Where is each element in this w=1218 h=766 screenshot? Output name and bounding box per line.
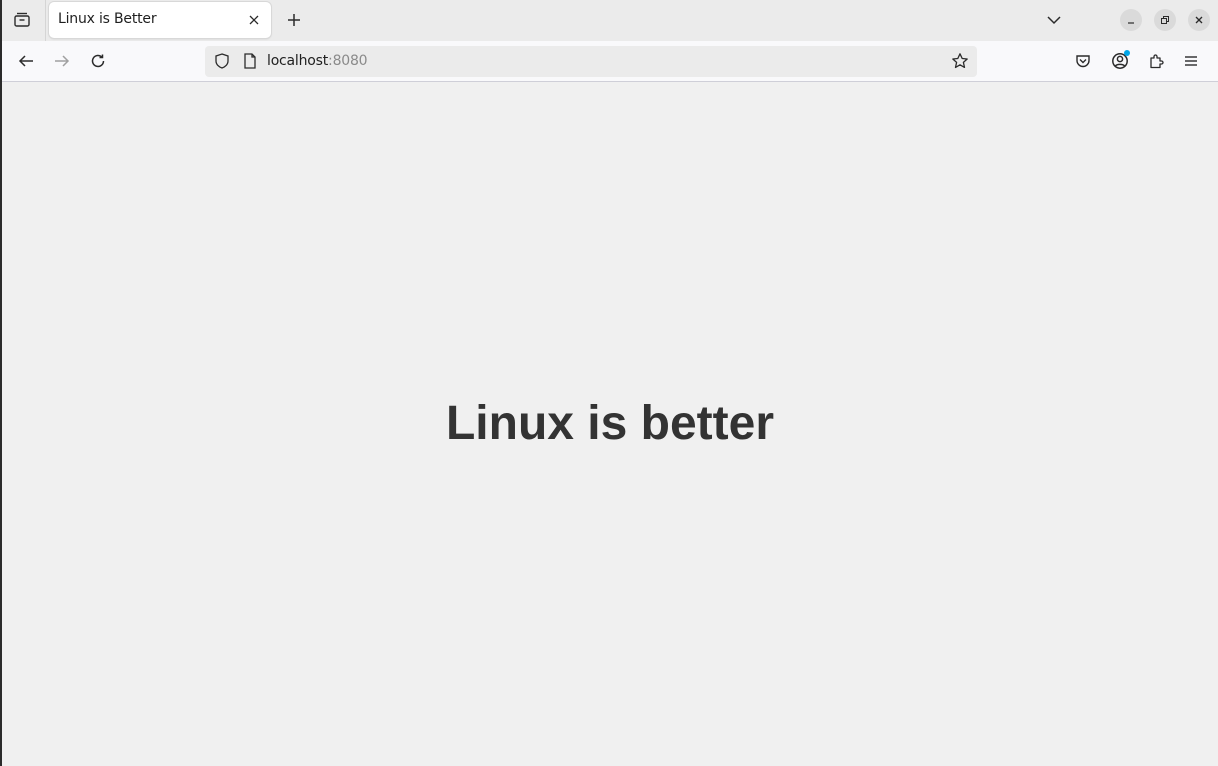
tab-active[interactable]: Linux is Better bbox=[49, 2, 271, 38]
window-close-button[interactable] bbox=[1188, 9, 1210, 31]
close-icon bbox=[1194, 15, 1204, 25]
new-tab-button[interactable] bbox=[280, 6, 308, 34]
url-port: :8080 bbox=[328, 53, 368, 69]
notification-dot bbox=[1124, 50, 1130, 56]
restore-icon bbox=[1160, 15, 1170, 25]
arrow-left-icon bbox=[18, 53, 34, 69]
page-content: Linux is better bbox=[2, 83, 1218, 766]
restore-button[interactable] bbox=[1154, 9, 1176, 31]
arrow-right-icon bbox=[54, 53, 70, 69]
tab-overview-button[interactable] bbox=[8, 6, 36, 34]
star-icon bbox=[951, 52, 969, 70]
pocket-icon bbox=[1075, 53, 1091, 69]
list-all-tabs-button[interactable] bbox=[1040, 6, 1068, 34]
page-headline: Linux is better bbox=[445, 397, 775, 450]
minimize-icon bbox=[1126, 15, 1136, 25]
reload-icon bbox=[90, 53, 106, 69]
tab-close-button[interactable] bbox=[243, 9, 265, 31]
back-button[interactable] bbox=[11, 46, 41, 76]
hamburger-menu-icon bbox=[1183, 53, 1199, 69]
pocket-button[interactable] bbox=[1068, 46, 1098, 76]
app-menu-button[interactable] bbox=[1176, 46, 1206, 76]
browser-window: Linux is Better localhost:8080 Linux is … bbox=[2, 0, 1218, 766]
tab-title: Linux is Better bbox=[58, 11, 157, 27]
shield-icon[interactable] bbox=[213, 52, 231, 70]
tab-separator bbox=[45, 0, 46, 41]
navigation-toolbar: localhost:8080 bbox=[2, 41, 1218, 82]
reload-button[interactable] bbox=[83, 46, 113, 76]
puzzle-icon bbox=[1148, 53, 1164, 69]
extensions-button[interactable] bbox=[1141, 46, 1171, 76]
tab-bar: Linux is Better bbox=[2, 0, 1218, 41]
url-text[interactable]: localhost:8080 bbox=[267, 53, 368, 69]
chevron-down-icon bbox=[1046, 12, 1062, 28]
account-button[interactable] bbox=[1105, 46, 1135, 76]
tab-overview-icon bbox=[13, 11, 31, 29]
minimize-button[interactable] bbox=[1120, 9, 1142, 31]
page-icon[interactable] bbox=[241, 52, 259, 70]
address-bar[interactable]: localhost:8080 bbox=[205, 46, 977, 77]
forward-button[interactable] bbox=[47, 46, 77, 76]
close-icon bbox=[248, 14, 260, 26]
url-host: localhost bbox=[267, 53, 329, 69]
plus-icon bbox=[287, 13, 301, 27]
bookmark-button[interactable] bbox=[949, 50, 971, 72]
